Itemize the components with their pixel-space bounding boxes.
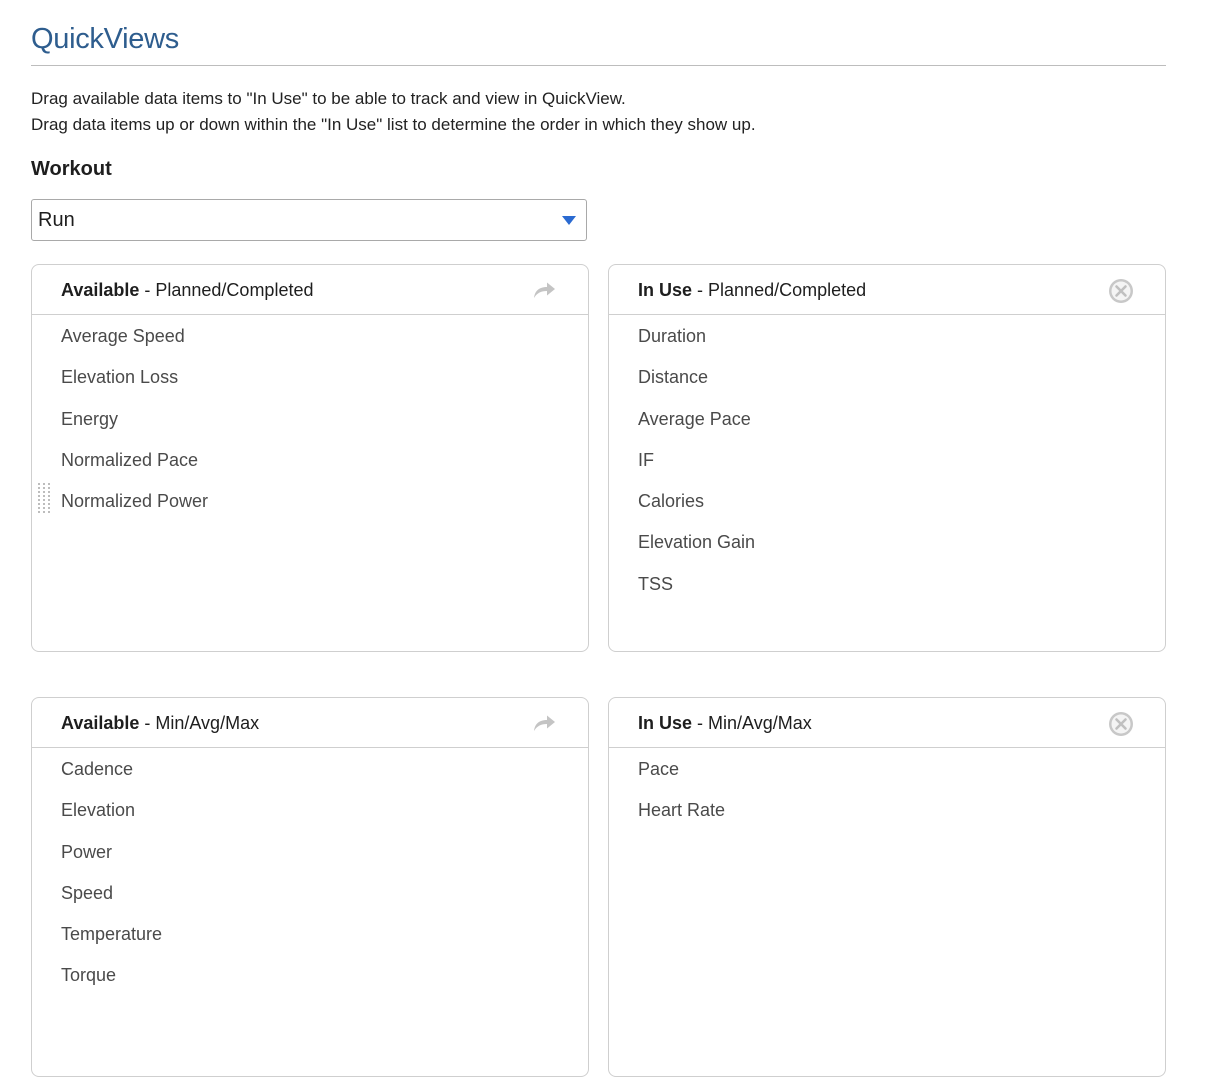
available-minavgmax-panel: Available - Min/Avg/Max Cadence Elevatio… [31,697,589,1077]
forward-arrow-icon[interactable] [531,711,557,737]
list-item[interactable]: Energy [32,406,588,447]
inuse-planned-header: In Use - Planned/Completed [609,265,1165,315]
forward-arrow-icon[interactable] [531,278,557,304]
list-item[interactable]: Heart Rate [609,797,1165,838]
page-title: QuickViews [31,23,179,55]
available-minavgmax-header: Available - Min/Avg/Max [32,698,588,748]
workout-select[interactable]: Run [31,199,587,241]
available-planned-panel: Available - Planned/Completed Average Sp… [31,264,589,652]
inuse-planned-list: Duration Distance Average Pace IF Calori… [609,315,1165,612]
list-item[interactable]: Torque [32,962,588,1003]
close-circle-icon[interactable] [1108,711,1134,737]
inuse-minavgmax-header: In Use - Min/Avg/Max [609,698,1165,748]
list-item[interactable]: Speed [32,880,588,921]
inuse-minavgmax-panel: In Use - Min/Avg/Max Pace Heart Rate [608,697,1166,1077]
list-item[interactable]: Calories [609,488,1165,529]
panel-heading-strong: In Use [638,713,693,733]
list-item[interactable]: TSS [609,571,1165,612]
panel-heading-rest: - Min/Avg/Max [692,713,812,733]
instructions: Drag available data items to "In Use" to… [31,86,1166,138]
caret-down-icon [562,216,576,225]
list-item[interactable]: Average Pace [609,406,1165,447]
list-item[interactable]: Elevation [32,797,588,838]
instruction-line-1: Drag available data items to "In Use" to… [31,89,626,108]
list-item[interactable]: Duration [609,323,1165,364]
close-circle-icon[interactable] [1108,278,1134,304]
panel-heading-rest: - Min/Avg/Max [139,713,260,733]
workout-label: Workout [31,158,112,180]
panel-heading-rest: - Planned/Completed [692,280,867,300]
inuse-minavgmax-list: Pace Heart Rate [609,748,1165,839]
panel-heading-strong: In Use [638,280,693,300]
panel-heading-strong: Available [61,280,140,300]
list-item[interactable]: Power [32,839,588,880]
list-item[interactable]: Cadence [32,756,588,797]
list-item[interactable]: Normalized Pace [32,447,588,488]
panel-heading-strong: Available [61,713,140,733]
drag-handle-icon[interactable] [37,482,51,516]
available-planned-header: Available - Planned/Completed [32,265,588,315]
available-planned-list: Average Speed Elevation Loss Energy Norm… [32,315,588,529]
list-item[interactable]: Pace [609,756,1165,797]
list-item[interactable]: Distance [609,364,1165,405]
quickviews-page: QuickViews Drag available data items to … [31,0,1166,241]
instruction-line-2: Drag data items up or down within the "I… [31,115,756,134]
list-item[interactable]: Elevation Loss [32,364,588,405]
available-minavgmax-list: Cadence Elevation Power Speed Temperatur… [32,748,588,1004]
title-divider [31,65,1166,66]
list-item[interactable]: Average Speed [32,323,588,364]
inuse-planned-panel: In Use - Planned/Completed Duration Dist… [608,264,1166,652]
list-item[interactable]: Elevation Gain [609,529,1165,570]
list-item[interactable]: Normalized Power [32,483,588,529]
workout-select-value: Run [38,209,75,231]
list-item[interactable]: IF [609,447,1165,488]
panel-heading-rest: - Planned/Completed [139,280,314,300]
list-item[interactable]: Temperature [32,921,588,962]
